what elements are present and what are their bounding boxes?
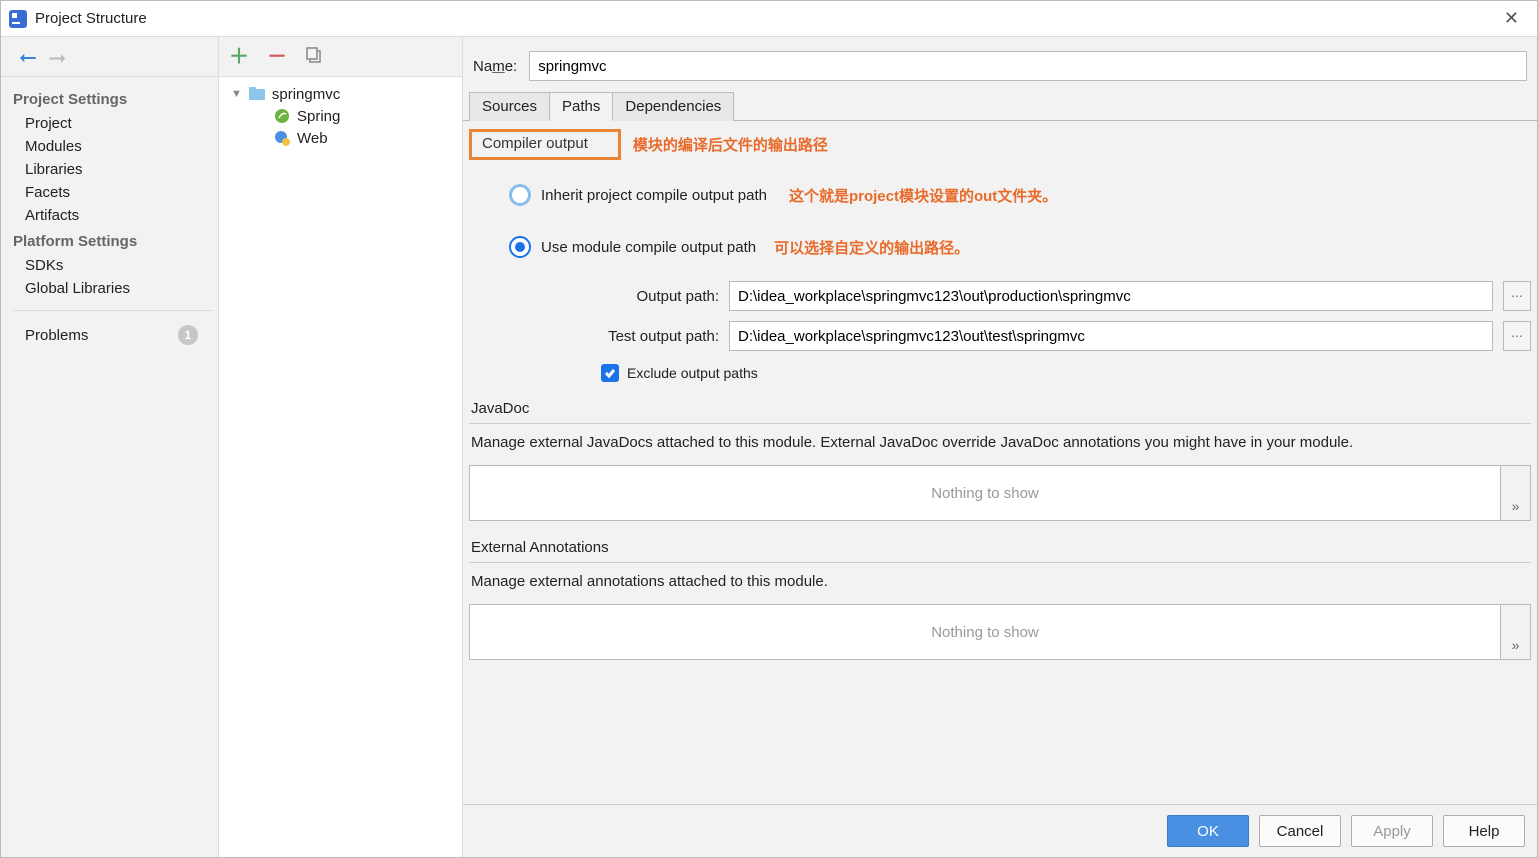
nav-item-modules[interactable]: Modules	[9, 135, 218, 158]
spring-icon	[273, 107, 291, 125]
exclude-output-checkbox[interactable]	[601, 364, 619, 382]
cancel-button[interactable]: Cancel	[1259, 815, 1341, 847]
javadoc-list[interactable]: Nothing to show	[469, 465, 1501, 521]
tab-paths[interactable]: Paths	[549, 92, 613, 121]
window-title: Project Structure	[35, 10, 147, 27]
remove-icon[interactable]: －	[267, 47, 287, 67]
javadoc-expand-button[interactable]: »	[1501, 465, 1531, 521]
nav-problems-label: Problems	[25, 327, 88, 344]
radio-use-module-label: Use module compile output path	[541, 239, 756, 256]
annotation-radio2: 可以选择自定义的输出路径。	[774, 237, 969, 258]
name-label: Name:	[473, 58, 517, 75]
copy-icon[interactable]	[305, 46, 323, 67]
nav-item-sdks[interactable]: SDKs	[9, 254, 218, 277]
module-icon	[248, 85, 266, 103]
annotation-heading: 模块的编译后文件的输出路径	[633, 134, 828, 155]
annotation-radio1: 这个就是project模块设置的out文件夹。	[789, 185, 1057, 206]
problems-count-badge: 1	[178, 325, 198, 345]
external-annotations-heading: External Annotations	[469, 521, 1531, 562]
tree-item-spring[interactable]: Spring	[223, 105, 458, 127]
browse-output-button[interactable]: ⋯	[1503, 281, 1531, 311]
tree-root[interactable]: ▼ springmvc	[223, 83, 458, 105]
nav-item-project[interactable]: Project	[9, 112, 218, 135]
ok-button[interactable]: OK	[1167, 815, 1249, 847]
tree-root-label: springmvc	[272, 86, 340, 103]
output-path-input[interactable]	[729, 281, 1493, 311]
compiler-output-heading: Compiler output	[469, 129, 621, 160]
radio-inherit-label: Inherit project compile output path	[541, 187, 767, 204]
nav-history-bar: ⭠ ⭢	[1, 37, 218, 77]
tree-item-label: Web	[297, 130, 328, 147]
tree-toolbar: ＋ －	[219, 37, 462, 77]
nav-heading-platform-settings: Platform Settings	[9, 231, 218, 254]
browse-test-output-button[interactable]: ⋯	[1503, 321, 1531, 351]
nav-heading-project-settings: Project Settings	[9, 89, 218, 112]
footer: OK Cancel Apply Help	[463, 804, 1537, 857]
radio-use-module[interactable]	[509, 236, 531, 258]
chevron-down-icon: ▼	[231, 88, 242, 100]
tree-item-web[interactable]: Web	[223, 127, 458, 149]
left-nav: ⭠ ⭢ Project Settings Project Modules Lib…	[1, 37, 219, 857]
tree-item-label: Spring	[297, 108, 340, 125]
tabs: Sources Paths Dependencies	[463, 91, 1537, 121]
external-annotations-description: Manage external annotations attached to …	[469, 563, 1531, 604]
main-panel: Name: Sources Paths Dependencies Compile…	[463, 37, 1537, 857]
apply-button[interactable]: Apply	[1351, 815, 1433, 847]
tab-sources[interactable]: Sources	[469, 92, 550, 121]
close-icon[interactable]: ✕	[1494, 4, 1529, 33]
nav-item-global-libraries[interactable]: Global Libraries	[9, 277, 218, 300]
nav-item-facets[interactable]: Facets	[9, 181, 218, 204]
project-structure-window: Project Structure ✕ ⭠ ⭢ Project Settings…	[0, 0, 1538, 858]
external-annotations-expand-button[interactable]: »	[1501, 604, 1531, 660]
javadoc-heading: JavaDoc	[469, 382, 1531, 423]
javadoc-description: Manage external JavaDocs attached to thi…	[469, 424, 1531, 465]
help-button[interactable]: Help	[1443, 815, 1525, 847]
output-path-label: Output path:	[569, 288, 719, 305]
nav-item-libraries[interactable]: Libraries	[9, 158, 218, 181]
tab-dependencies[interactable]: Dependencies	[612, 92, 734, 121]
nav-item-problems[interactable]: Problems 1	[9, 321, 218, 349]
forward-icon[interactable]: ⭢	[49, 46, 67, 68]
test-output-path-label: Test output path:	[569, 328, 719, 345]
back-icon[interactable]: ⭠	[19, 46, 37, 68]
nav-divider	[13, 310, 214, 311]
app-icon	[9, 10, 27, 28]
titlebar: Project Structure ✕	[1, 1, 1537, 37]
radio-inherit[interactable]	[509, 184, 531, 206]
web-icon	[273, 129, 291, 147]
external-annotations-list[interactable]: Nothing to show	[469, 604, 1501, 660]
name-input[interactable]	[529, 51, 1527, 81]
add-icon[interactable]: ＋	[229, 47, 249, 67]
test-output-path-input[interactable]	[729, 321, 1493, 351]
module-tree: ＋ － ▼ springmvc Spring Web	[219, 37, 463, 857]
nav-item-artifacts[interactable]: Artifacts	[9, 204, 218, 227]
exclude-output-label: Exclude output paths	[627, 365, 758, 381]
